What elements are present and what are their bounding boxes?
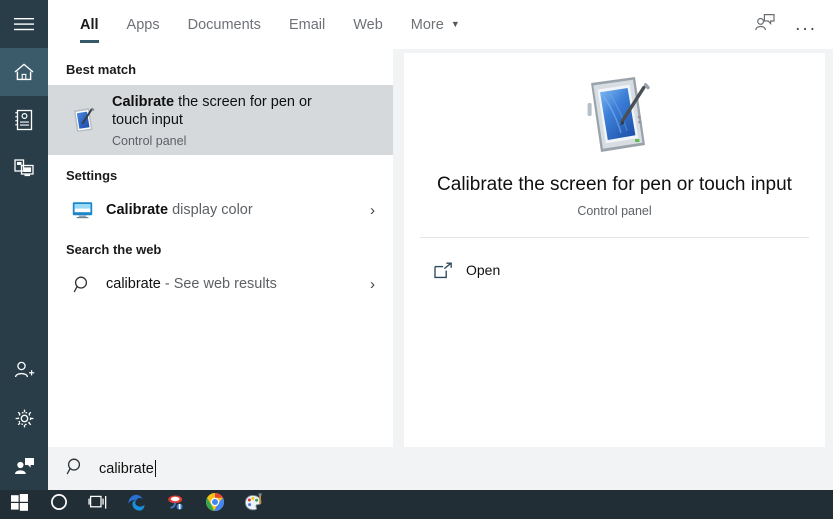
hamburger-menu-button[interactable] (0, 0, 48, 48)
sidebar-item-feedback[interactable] (0, 442, 48, 490)
chevron-right-icon[interactable]: › (370, 276, 379, 293)
best-match-result[interactable]: Calibrate the screen for pen or touch in… (48, 85, 393, 155)
gear-icon (14, 408, 35, 429)
taskbar (0, 490, 833, 519)
filter-tabs-bar: All Apps Documents Email Web More ▼ ... (48, 0, 833, 49)
preview-action-open[interactable]: Open (404, 248, 825, 292)
tab-all[interactable]: All (66, 0, 113, 49)
tab-web-label: Web (353, 16, 383, 33)
preview-subtitle: Control panel (577, 204, 652, 218)
search-input[interactable]: calibrate (48, 447, 393, 490)
search-bar: calibrate (48, 447, 833, 490)
paint-icon (244, 492, 264, 517)
tab-more[interactable]: More ▼ (397, 0, 474, 49)
settings-heading: Settings (66, 168, 118, 183)
tablet-pen-icon (577, 73, 653, 157)
text-cursor (154, 460, 156, 477)
best-match-heading: Best match (66, 62, 137, 77)
preview-divider (420, 237, 809, 238)
search-web-heading: Search the web (66, 242, 162, 257)
sidebar-item-notebook[interactable] (0, 96, 48, 144)
chevron-right-icon[interactable]: › (370, 202, 379, 219)
monitor-icon (64, 201, 100, 219)
tablet-pen-icon (64, 105, 104, 135)
settings-result-label-rest: display color (168, 202, 253, 218)
filter-tabs: All Apps Documents Email Web More ▼ (48, 0, 474, 49)
settings-result-calibrate-display-color[interactable]: Calibrate display color › (48, 191, 393, 229)
edge-button[interactable] (117, 490, 156, 519)
rail-top-group (0, 0, 48, 192)
cortana-button[interactable] (39, 490, 78, 519)
tab-web[interactable]: Web (339, 0, 397, 49)
search-input-value: calibrate (99, 460, 154, 477)
best-match-text: Calibrate the screen for pen or touch in… (112, 93, 327, 148)
settings-result-label: Calibrate display color (106, 202, 370, 218)
paint-button[interactable] (234, 490, 273, 519)
tab-apps[interactable]: Apps (113, 0, 174, 49)
add-account-icon (13, 360, 35, 380)
task-view-button[interactable] (78, 490, 117, 519)
notebook-icon (14, 109, 34, 131)
home-icon (13, 62, 35, 82)
feedback-button[interactable] (754, 13, 775, 37)
search-flyout-screen: All Apps Documents Email Web More ▼ ... … (0, 0, 833, 519)
sidebar-item-account[interactable] (0, 346, 48, 394)
sidebar-item-devices[interactable] (0, 144, 48, 192)
rail-bottom-group (0, 346, 48, 490)
app-icon (166, 493, 186, 517)
more-options-button[interactable]: ... (795, 15, 817, 34)
search-flyout: All Apps Documents Email Web More ▼ ... … (48, 0, 833, 490)
windows-logo-icon (11, 493, 28, 516)
cortana-circle-icon (50, 493, 68, 516)
feedback-icon (13, 456, 35, 476)
tab-more-label: More (410, 16, 444, 33)
results-list: Best match Calibrate the screen for pen … (48, 49, 393, 447)
tab-apps-label: Apps (126, 16, 160, 33)
best-match-title: Calibrate the screen for pen or touch in… (112, 93, 327, 129)
best-match-title-bold: Calibrate (112, 93, 175, 110)
tab-documents-label: Documents (187, 16, 261, 33)
web-result-label-query: calibrate (106, 276, 161, 292)
devices-icon (13, 158, 35, 178)
chrome-button[interactable] (195, 490, 234, 519)
left-navigation-rail (0, 0, 48, 490)
chevron-down-icon: ▼ (450, 19, 460, 29)
sidebar-item-home[interactable] (0, 48, 48, 96)
search-icon (64, 275, 100, 294)
chrome-icon (205, 492, 225, 517)
task-view-icon (87, 494, 108, 516)
search-input-value-wrap: calibrate (99, 460, 156, 477)
tab-all-label: All (80, 16, 99, 33)
app-button[interactable] (156, 490, 195, 519)
preview-title: Calibrate the screen for pen or touch in… (437, 174, 792, 195)
best-match-subtitle: Control panel (112, 133, 187, 148)
preview-hero: Calibrate the screen for pen or touch in… (404, 53, 825, 231)
start-button[interactable] (0, 490, 39, 519)
hamburger-icon (14, 17, 34, 31)
web-result-label: calibrate - See web results (106, 276, 370, 292)
feedback-icon (754, 13, 775, 37)
tab-email-label: Email (288, 16, 326, 33)
tab-email[interactable]: Email (275, 0, 339, 49)
settings-result-label-bold: Calibrate (106, 202, 169, 218)
tab-active-underline (80, 40, 99, 43)
search-icon (66, 457, 85, 481)
sidebar-item-settings[interactable] (0, 394, 48, 442)
web-result-label-rest: - See web results (160, 276, 277, 292)
edge-icon (126, 492, 147, 518)
more-options-icon: ... (795, 14, 817, 35)
open-external-icon (428, 262, 458, 279)
tabs-right-actions: ... (754, 0, 833, 49)
preview-panel: Calibrate the screen for pen or touch in… (404, 53, 825, 447)
preview-action-label: Open (466, 262, 501, 278)
tab-documents[interactable]: Documents (174, 0, 275, 49)
web-result-calibrate[interactable]: calibrate - See web results › (48, 265, 393, 303)
